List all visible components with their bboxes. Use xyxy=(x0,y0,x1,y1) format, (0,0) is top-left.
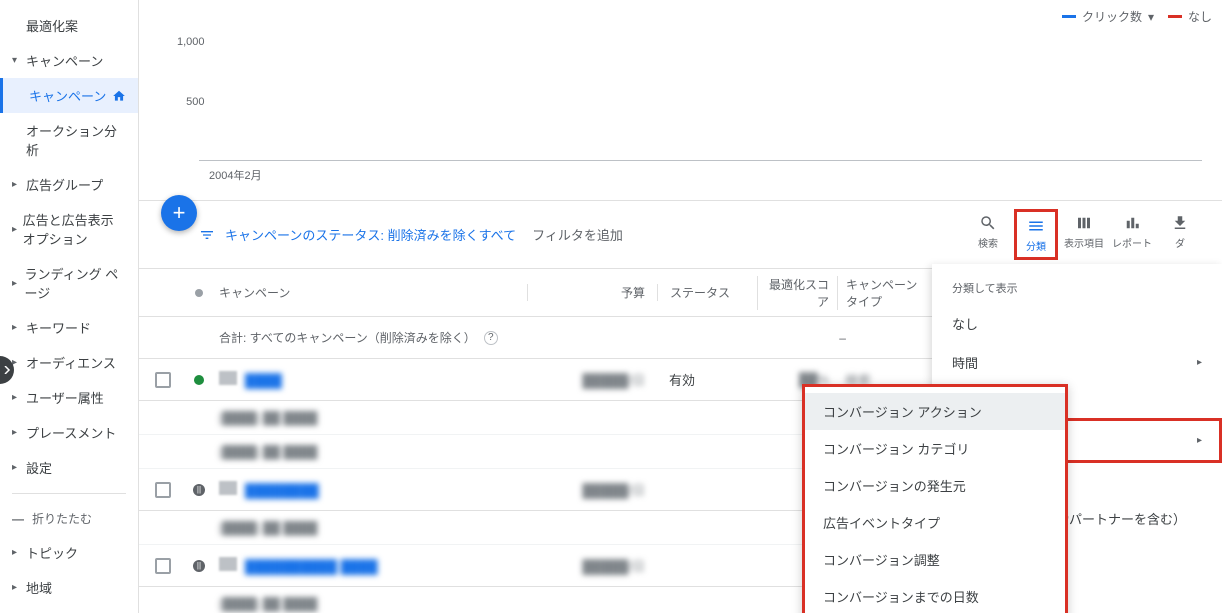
submenu-conv-category[interactable]: コンバージョン カテゴリ xyxy=(805,430,1065,467)
campaign-name-link[interactable]: ████████ xyxy=(245,483,319,498)
conversion-submenu: コンバージョン アクション コンバージョン カテゴリ コンバージョンの発生元 広… xyxy=(802,384,1068,613)
columns-icon xyxy=(1075,213,1093,233)
col-budget[interactable]: 予算 xyxy=(527,284,657,301)
status-header-icon xyxy=(195,289,203,297)
add-filter[interactable]: フィルタを追加 xyxy=(532,225,623,244)
submenu-ad-event[interactable]: 広告イベントタイプ xyxy=(805,504,1065,541)
sidebar-item-demographics[interactable]: ▸ユーザー属性 xyxy=(0,380,138,415)
segment-icon xyxy=(1027,216,1045,236)
report-icon xyxy=(1123,213,1141,233)
row-checkbox[interactable] xyxy=(155,558,171,574)
col-campaign-type[interactable]: キャンペーン タイプ xyxy=(837,276,929,310)
sidebar-item-adgroups[interactable]: ▸広告グループ xyxy=(0,167,138,202)
chevron-right-icon: ▸ xyxy=(12,179,22,190)
chevron-right-icon: ▸ xyxy=(12,278,21,289)
chevron-right-icon: ▸ xyxy=(12,582,22,593)
col-optscore[interactable]: 最適化スコア xyxy=(757,276,837,310)
segment-none[interactable]: なし xyxy=(932,304,1222,343)
status-paused-icon: || xyxy=(193,560,205,572)
help-icon[interactable]: ? xyxy=(484,331,498,345)
submenu-days-to-conv[interactable]: コンバージョンまでの日数 xyxy=(805,578,1065,613)
chevron-right-icon: ▸ xyxy=(12,224,19,235)
toolbar-segment[interactable]: 分類 xyxy=(1014,209,1058,260)
filter-icon xyxy=(199,227,215,243)
sidebar-item-schedule[interactable]: ▸広告のスケジュール xyxy=(0,605,138,613)
chevron-right-icon: ▸ xyxy=(12,462,22,473)
col-status[interactable]: ステータス xyxy=(657,284,757,301)
sidebar-item-topics[interactable]: ▸トピック xyxy=(0,535,138,570)
segment-time[interactable]: 時間▸ xyxy=(932,343,1222,382)
minus-icon: — xyxy=(12,512,26,526)
chevron-right-icon: ▸ xyxy=(1197,357,1202,368)
sidebar-item-optimization[interactable]: 最適化案 xyxy=(0,8,138,43)
sidebar-collapse[interactable]: —折りたたむ xyxy=(0,502,138,535)
toolbar-download[interactable]: ダ xyxy=(1158,209,1202,254)
filter-chip[interactable]: キャンペーンのステータス: 削除済みを除くすべて xyxy=(225,225,516,244)
chart-area: 1,000 500 2004年2月 xyxy=(139,0,1222,190)
sidebar-item-campaigns[interactable]: キャンペーン xyxy=(0,78,138,113)
download-icon xyxy=(1171,213,1189,233)
submenu-conv-action[interactable]: コンバージョン アクション xyxy=(805,393,1065,430)
chevron-down-icon: ▾ xyxy=(12,55,22,66)
status-paused-icon: || xyxy=(193,484,205,496)
chevron-right-icon: ▸ xyxy=(12,547,22,558)
chart-y-axis: 1,000 500 xyxy=(177,36,205,156)
toolbar-search[interactable]: 検索 xyxy=(966,209,1010,254)
home-icon xyxy=(112,89,126,103)
sidebar-item-locations[interactable]: ▸地域 xyxy=(0,570,138,605)
toolbar-report[interactable]: レポート xyxy=(1110,209,1154,254)
campaign-name-link[interactable]: ██████████ ████ xyxy=(245,559,378,574)
submenu-conv-adjust[interactable]: コンバージョン調整 xyxy=(805,541,1065,578)
chevron-right-icon: ▸ xyxy=(12,392,22,403)
sidebar-item-placements[interactable]: ▸プレースメント xyxy=(0,415,138,450)
sidebar: 最適化案 ▾キャンペーン キャンペーン オークション分析 ▸広告グループ ▸広告… xyxy=(0,0,139,613)
segment-menu-title: 分類して表示 xyxy=(932,276,1222,304)
search-icon xyxy=(979,213,997,233)
submenu-conv-source[interactable]: コンバージョンの発生元 xyxy=(805,467,1065,504)
main-content: クリック数 ▾ なし 1,000 500 2004年2月 + キャン xyxy=(139,0,1222,613)
col-campaign[interactable]: キャンペーン xyxy=(211,284,527,301)
campaign-name-link[interactable]: ████ xyxy=(245,373,282,388)
sidebar-item-ads-extensions[interactable]: ▸広告と広告表示オプション xyxy=(0,202,138,256)
chevron-right-icon: ▸ xyxy=(1197,435,1202,446)
sidebar-item-campaigns-group[interactable]: ▾キャンペーン xyxy=(0,43,138,78)
sidebar-item-landing[interactable]: ▸ランディング ページ xyxy=(0,256,138,310)
row-checkbox[interactable] xyxy=(155,372,171,388)
row-checkbox[interactable] xyxy=(155,482,171,498)
chevron-right-icon: ▸ xyxy=(12,427,22,438)
plus-icon: + xyxy=(173,200,186,226)
chart-x-label: 2004年2月 xyxy=(209,167,1202,183)
sidebar-item-auction[interactable]: オークション分析 xyxy=(0,113,138,167)
chevron-right-icon: ▸ xyxy=(12,322,22,333)
sidebar-item-audience[interactable]: ▸オーディエンス xyxy=(0,345,138,380)
status-enabled-icon xyxy=(194,375,204,385)
add-campaign-fab[interactable]: + xyxy=(161,195,197,231)
sidebar-item-keywords[interactable]: ▸キーワード xyxy=(0,310,138,345)
toolbar-columns[interactable]: 表示項目 xyxy=(1062,209,1106,254)
sidebar-item-settings[interactable]: ▸設定 xyxy=(0,450,138,485)
